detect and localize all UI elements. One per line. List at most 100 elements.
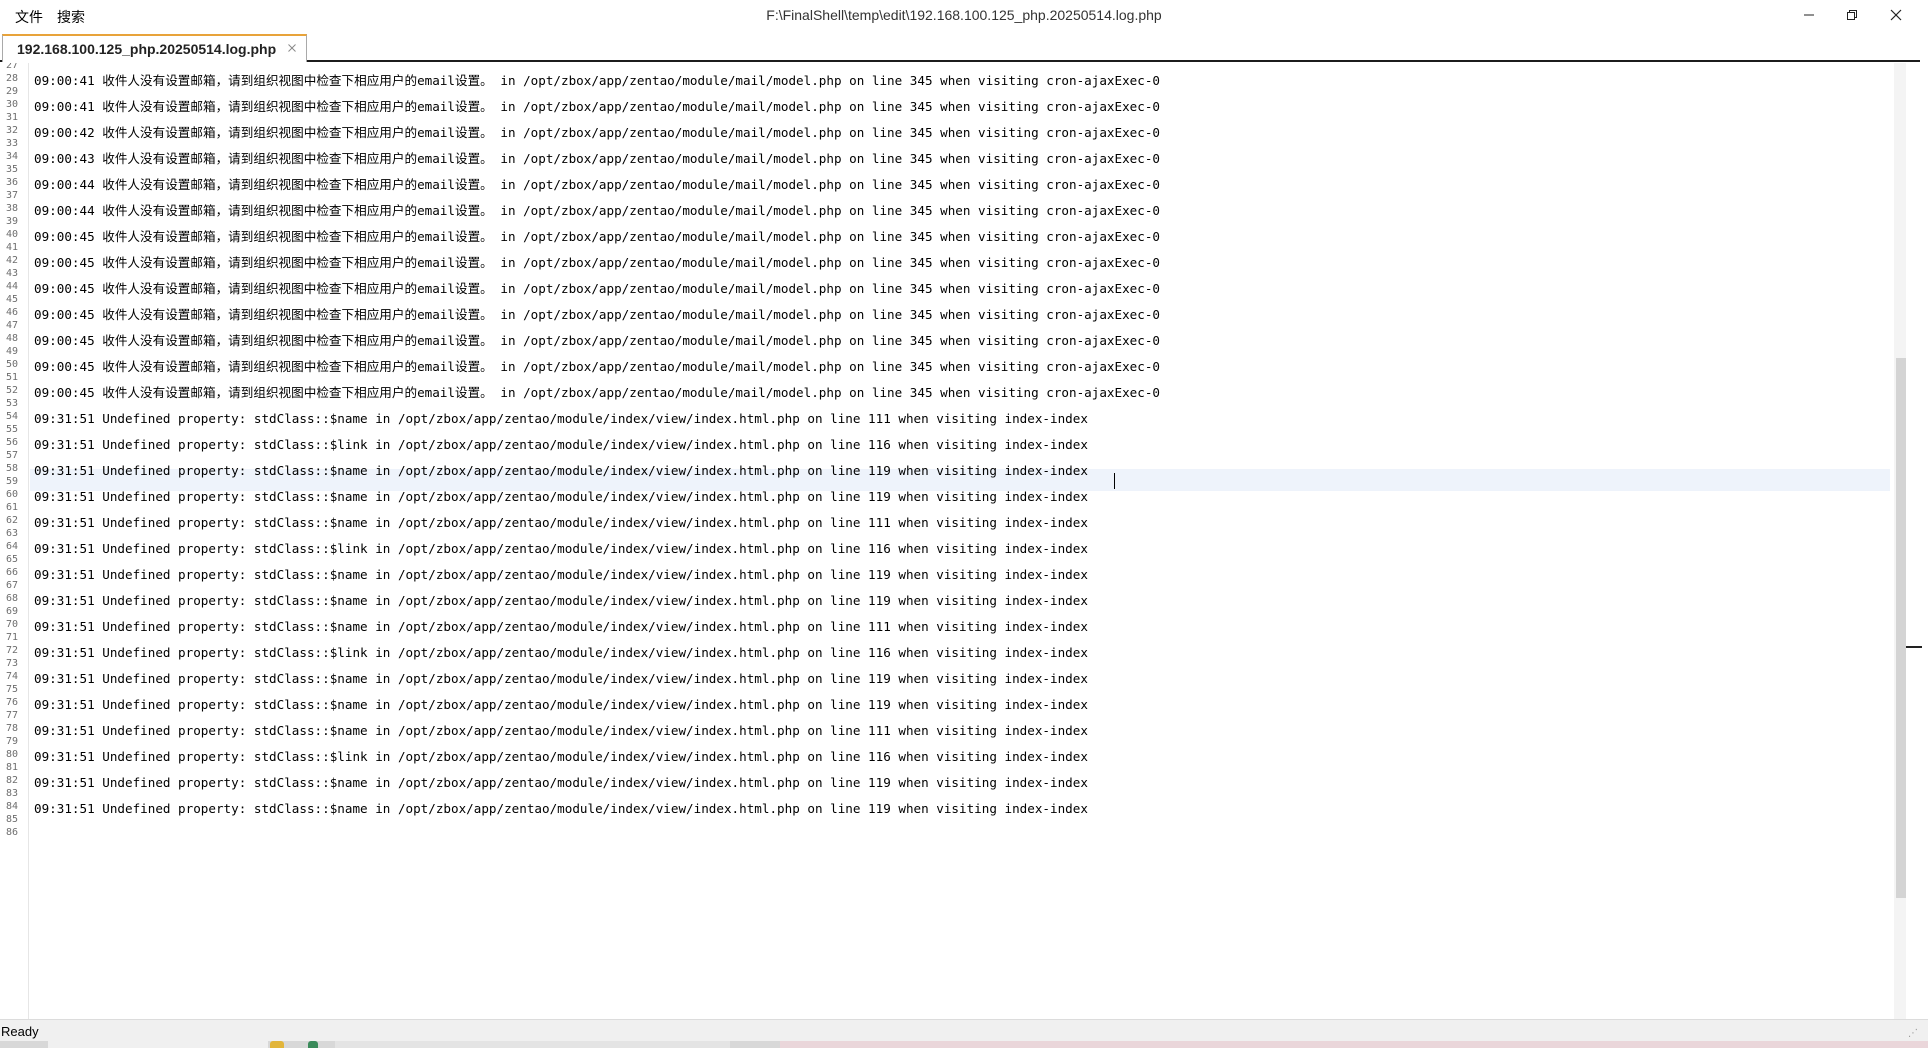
log-line: 09:00:42 收件人没有设置邮箱，请到组织视图中检查下相应用户的email设… <box>34 125 1160 140</box>
line-number: 47 <box>5 320 18 331</box>
line-number: 36 <box>5 177 18 188</box>
line-number: 53 <box>5 398 18 409</box>
line-number: 68 <box>5 593 18 604</box>
log-line: 09:31:51 Undefined property: stdClass::$… <box>34 801 1088 816</box>
line-number: 73 <box>5 658 18 669</box>
line-number: 49 <box>5 346 18 357</box>
resize-grip-icon[interactable]: ⋰ <box>1908 1028 1918 1039</box>
restore-button[interactable] <box>1830 0 1874 30</box>
minimize-button[interactable] <box>1787 0 1831 30</box>
log-line: 09:31:51 Undefined property: stdClass::$… <box>34 463 1088 478</box>
line-number: 48 <box>5 333 18 344</box>
text-caret <box>1114 473 1115 489</box>
tab-bar: 192.168.100.125_php.20250514.log.php <box>0 30 1920 62</box>
log-line: 09:31:51 Undefined property: stdClass::$… <box>34 567 1088 582</box>
line-number: 35 <box>5 164 18 175</box>
log-line: 09:00:45 收件人没有设置邮箱，请到组织视图中检查下相应用户的email设… <box>34 281 1160 296</box>
log-line: 09:31:51 Undefined property: stdClass::$… <box>34 515 1088 530</box>
line-number: 63 <box>5 528 18 539</box>
text-editor[interactable]: 27 28 29 30 31 32 33 34 35 36 37 38 39 40 41 42 43 44 45 46… <box>0 63 1920 1019</box>
rail-marker <box>1906 646 1922 648</box>
log-line: 09:31:51 Undefined property: stdClass::$… <box>34 645 1088 660</box>
line-number: 34 <box>5 151 18 162</box>
log-line: 09:31:51 Undefined property: stdClass::$… <box>34 489 1088 504</box>
line-number: 59 <box>5 476 18 487</box>
line-number: 78 <box>5 723 18 734</box>
log-line: 09:00:41 收件人没有设置邮箱，请到组织视图中检查下相应用户的email设… <box>34 73 1160 88</box>
line-number: 57 <box>5 450 18 461</box>
log-line: 09:00:41 收件人没有设置邮箱，请到组织视图中检查下相应用户的email设… <box>34 99 1160 114</box>
right-rail <box>1906 63 1922 1019</box>
file-tab-label: 192.168.100.125_php.20250514.log.php <box>17 41 277 57</box>
log-line: 09:31:51 Undefined property: stdClass::$… <box>34 619 1088 634</box>
log-line: 09:31:51 Undefined property: stdClass::$… <box>34 593 1088 608</box>
line-number: 40 <box>5 229 18 240</box>
line-number: 79 <box>5 736 18 747</box>
line-number: 64 <box>5 541 18 552</box>
scrollbar-thumb[interactable] <box>1896 358 1906 898</box>
line-number: 38 <box>5 203 18 214</box>
taskbar-segment <box>780 1041 1928 1048</box>
line-number: 56 <box>5 437 18 448</box>
line-number: 43 <box>5 268 18 279</box>
file-tab[interactable]: 192.168.100.125_php.20250514.log.php <box>2 34 308 62</box>
minimize-icon <box>1804 14 1814 16</box>
log-line: 09:00:45 收件人没有设置邮箱，请到组织视图中检查下相应用户的email设… <box>34 255 1160 270</box>
line-number: 51 <box>5 372 18 383</box>
line-number: 37 <box>5 190 18 201</box>
log-line: 09:31:51 Undefined property: stdClass::$… <box>34 411 1088 426</box>
line-number: 28 <box>5 73 18 84</box>
line-number: 42 <box>5 255 18 266</box>
line-number: 31 <box>5 112 18 123</box>
taskbar-app-icon[interactable] <box>270 1041 284 1048</box>
line-number: 32 <box>5 125 18 136</box>
line-number: 86 <box>5 827 18 838</box>
line-number: 72 <box>5 645 18 656</box>
taskbar-segment <box>48 1041 268 1048</box>
line-number: 50 <box>5 359 18 370</box>
log-line: 09:00:44 收件人没有设置邮箱，请到组织视图中检查下相应用户的email设… <box>34 177 1160 192</box>
line-number: 33 <box>5 138 18 149</box>
line-number: 61 <box>5 502 18 513</box>
log-line: 09:31:51 Undefined property: stdClass::$… <box>34 749 1088 764</box>
line-number: 66 <box>5 567 18 578</box>
line-number: 54 <box>5 411 18 422</box>
log-line: 09:31:51 Undefined property: stdClass::$… <box>34 723 1088 738</box>
log-line: 09:31:51 Undefined property: stdClass::$… <box>34 775 1088 790</box>
close-button[interactable] <box>1874 0 1918 30</box>
line-number: 67 <box>5 580 18 591</box>
line-number: 41 <box>5 242 18 253</box>
line-number: 82 <box>5 775 18 786</box>
status-bar: Ready ⋰ <box>0 1019 1928 1041</box>
line-number: 77 <box>5 710 18 721</box>
line-number: 58 <box>5 463 18 474</box>
line-number: 71 <box>5 632 18 643</box>
line-number: 27 <box>5 63 18 71</box>
log-line: 09:00:45 收件人没有设置邮箱，请到组织视图中检查下相应用户的email设… <box>34 307 1160 322</box>
line-number: 65 <box>5 554 18 565</box>
line-number: 45 <box>5 294 18 305</box>
log-line: 09:31:51 Undefined property: stdClass::$… <box>34 671 1088 686</box>
line-number: 52 <box>5 385 18 396</box>
line-number: 39 <box>5 216 18 227</box>
line-number: 29 <box>5 86 18 97</box>
line-number-gutter: 27 28 29 30 31 32 33 34 35 36 37 38 39 40 41 42 43 44 45 46… <box>0 63 29 1019</box>
log-line: 09:31:51 Undefined property: stdClass::$… <box>34 697 1088 712</box>
line-number: 83 <box>5 788 18 799</box>
title-bar: 文件 搜索 F:\FinalShell\temp\edit\192.168.10… <box>0 0 1928 30</box>
restore-icon <box>1847 10 1857 20</box>
taskbar-app-icon[interactable] <box>308 1041 318 1048</box>
line-number: 69 <box>5 606 18 617</box>
status-text: Ready <box>1 1024 39 1039</box>
line-number: 85 <box>5 814 18 825</box>
window-title: F:\FinalShell\temp\edit\192.168.100.125_… <box>766 7 1162 23</box>
tab-close-icon[interactable] <box>287 43 297 53</box>
line-number: 70 <box>5 619 18 630</box>
log-line: 09:00:45 收件人没有设置邮箱，请到组织视图中检查下相应用户的email设… <box>34 333 1160 348</box>
log-line: 09:31:51 Undefined property: stdClass::$… <box>34 437 1088 452</box>
line-number: 84 <box>5 801 18 812</box>
line-number: 80 <box>5 749 18 760</box>
log-line: 09:00:45 收件人没有设置邮箱，请到组织视图中检查下相应用户的email设… <box>34 359 1160 374</box>
taskbar-segment <box>335 1041 730 1048</box>
line-number: 46 <box>5 307 18 318</box>
